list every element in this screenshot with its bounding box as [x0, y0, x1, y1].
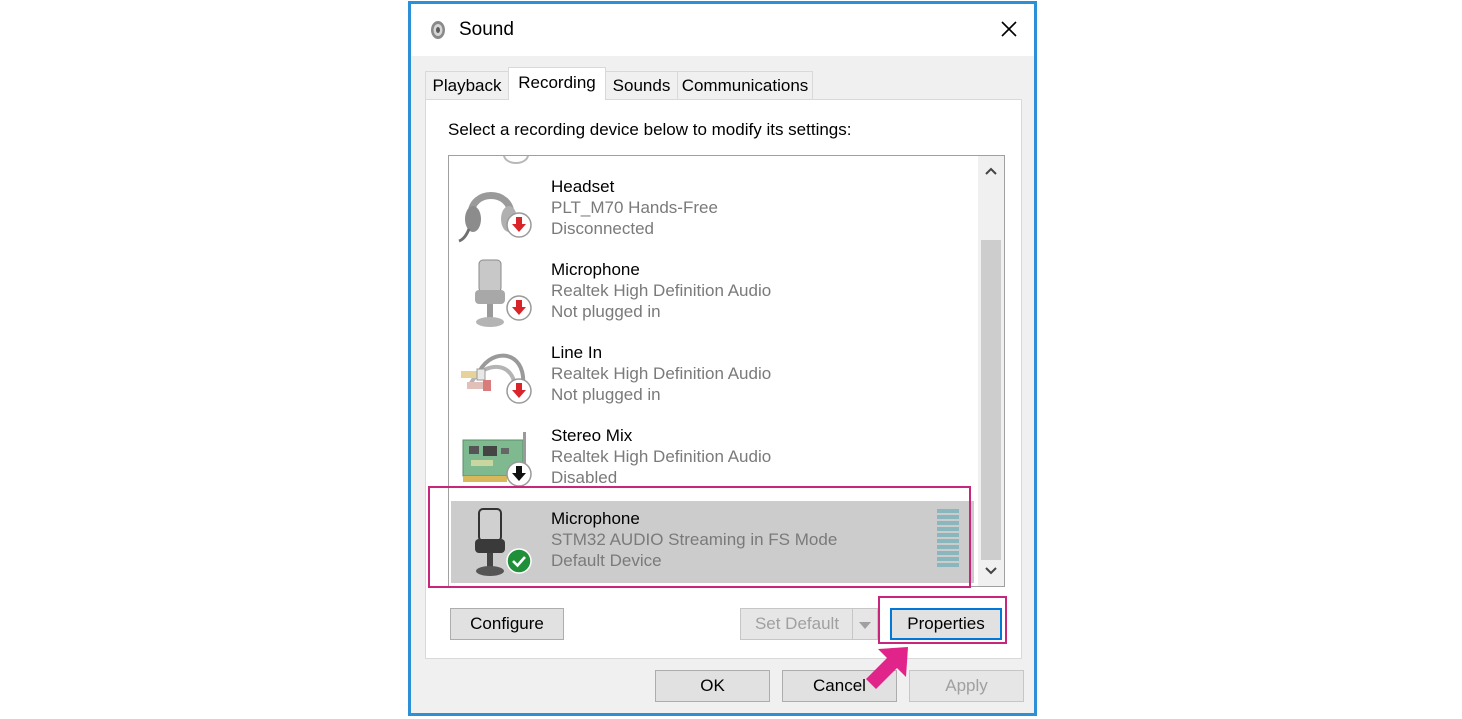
device-name: Line In — [551, 343, 603, 362]
device-description: Realtek High Definition Audio — [551, 364, 772, 383]
level-segment — [937, 545, 959, 549]
chevron-up-icon[interactable] — [978, 158, 1004, 184]
level-segment — [937, 515, 959, 519]
device-name: Microphone — [551, 509, 640, 528]
device-item-line-in[interactable]: Line In Realtek High Definition Audio No… — [451, 335, 974, 417]
red-down-arrow-badge — [506, 378, 532, 404]
device-name: Stereo Mix — [551, 426, 633, 445]
device-status: Not plugged in — [551, 385, 661, 404]
device-status: Disabled — [551, 468, 618, 487]
device-list-scrollbar[interactable] — [978, 156, 1004, 586]
recording-panel: Select a recording device below to modif… — [425, 99, 1022, 659]
tab-communications[interactable]: Communications — [677, 71, 813, 99]
close-icon[interactable] — [996, 16, 1022, 42]
apply-button[interactable]: Apply — [909, 670, 1024, 702]
properties-button[interactable]: Properties — [890, 608, 1002, 640]
device-description: PLT_M70 Hands-Free — [551, 198, 718, 217]
device-description: STM32 AUDIO Streaming in FS Mode — [551, 530, 838, 549]
pink-pointer-arrow-icon — [866, 647, 908, 689]
level-segment — [937, 557, 959, 561]
window-title: Sound — [459, 19, 514, 40]
green-check-badge — [506, 548, 532, 574]
level-segment — [937, 563, 959, 567]
level-segment — [937, 551, 959, 555]
device-name: Microphone — [551, 260, 640, 279]
instruction-text: Select a recording device below to modif… — [448, 120, 852, 139]
set-default-button[interactable]: Set Default — [740, 608, 878, 640]
level-segment — [937, 509, 959, 513]
black-down-arrow-badge — [506, 461, 532, 487]
red-down-arrow-badge — [506, 295, 532, 321]
tab-sounds[interactable]: Sounds — [605, 71, 678, 99]
device-item-headset[interactable]: Headset PLT_M70 Hands-Free Disconnected — [451, 169, 974, 251]
device-description: Realtek High Definition Audio — [551, 281, 772, 300]
speaker-icon — [431, 21, 445, 39]
set-default-label: Set Default — [754, 614, 840, 633]
device-item-microphone-realtek[interactable]: Microphone Realtek High Definition Audio… — [451, 252, 974, 334]
title-bar: Sound — [411, 4, 1034, 56]
level-segment — [937, 527, 959, 531]
level-segment — [937, 533, 959, 537]
configure-button[interactable]: Configure — [450, 608, 564, 640]
level-segment — [937, 539, 959, 543]
dropdown-arrow-icon[interactable] — [858, 620, 872, 630]
device-item-microphone-stm32[interactable]: Microphone STM32 AUDIO Streaming in FS M… — [451, 501, 974, 583]
partial-device-icon — [503, 156, 529, 164]
level-meter — [937, 509, 959, 571]
tab-playback[interactable]: Playback — [425, 71, 509, 99]
device-item-stereo-mix[interactable]: Stereo Mix Realtek High Definition Audio… — [451, 418, 974, 500]
tab-recording[interactable]: Recording — [508, 67, 606, 100]
red-down-arrow-badge — [506, 212, 532, 238]
split-divider — [852, 609, 853, 639]
level-segment — [937, 521, 959, 525]
device-list[interactable]: Headset PLT_M70 Hands-Free Disconnected … — [448, 155, 1005, 587]
scrollbar-thumb[interactable] — [981, 240, 1001, 560]
ok-button[interactable]: OK — [655, 670, 770, 702]
device-status: Default Device — [551, 551, 662, 570]
device-status: Not plugged in — [551, 302, 661, 321]
chevron-down-icon[interactable] — [978, 558, 1004, 584]
device-name: Headset — [551, 177, 615, 196]
sound-dialog: Sound Playback Recording Sounds Communic… — [408, 1, 1037, 716]
device-description: Realtek High Definition Audio — [551, 447, 772, 466]
device-status: Disconnected — [551, 219, 655, 238]
